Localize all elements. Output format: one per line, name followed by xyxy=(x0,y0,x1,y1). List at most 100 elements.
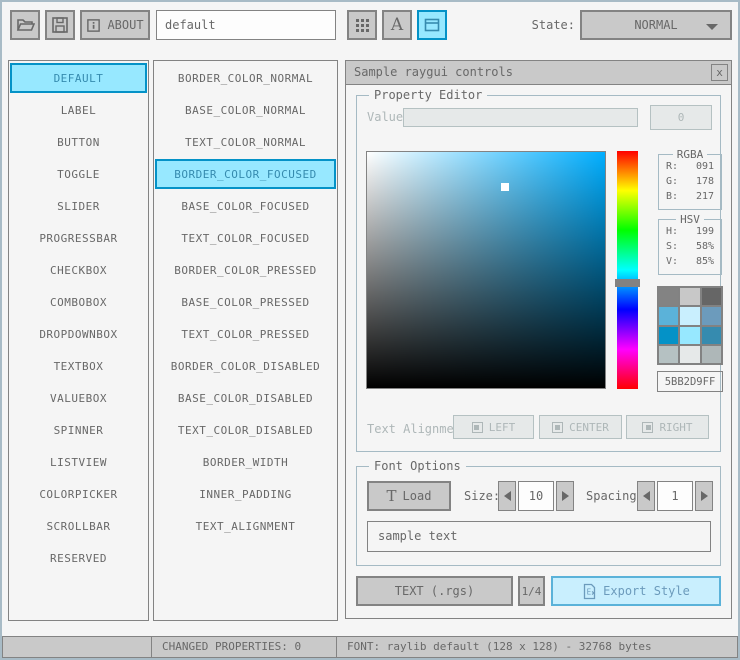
controls-list-item[interactable]: SCROLLBAR xyxy=(10,511,147,541)
style-property-item[interactable]: BASE_COLOR_FOCUSED xyxy=(155,191,336,221)
sample-window-titlebar[interactable]: Sample raygui controls x xyxy=(346,61,731,85)
font-size-increase-button[interactable] xyxy=(556,481,574,511)
color-swatch[interactable] xyxy=(659,326,679,344)
controls-list-item[interactable]: BUTTON xyxy=(10,127,147,157)
arrow-left-icon xyxy=(642,491,650,501)
page-indicator[interactable]: 1/4 xyxy=(518,576,545,606)
color-swatch[interactable] xyxy=(680,345,700,363)
controls-list-item[interactable]: COLORPICKER xyxy=(10,479,147,509)
g-label: G: xyxy=(666,176,679,187)
export-style-button[interactable]: E Export Style xyxy=(551,576,721,606)
style-property-item[interactable]: BORDER_WIDTH xyxy=(155,447,336,477)
style-property-item[interactable]: TEXT_ALIGNMENT xyxy=(155,511,336,541)
controls-list-item[interactable]: PROGRESSBAR xyxy=(10,223,147,253)
font-size-decrease-button[interactable] xyxy=(498,481,516,511)
export-style-label: Export Style xyxy=(603,584,690,598)
align-left-button[interactable]: LEFT xyxy=(453,415,534,439)
controls-list-item[interactable]: LISTVIEW xyxy=(10,447,147,477)
sample-window-title: Sample raygui controls xyxy=(354,65,513,79)
controls-list-item[interactable]: VALUEBOX xyxy=(10,383,147,413)
color-swatch[interactable] xyxy=(680,288,700,306)
controls-view-button[interactable] xyxy=(417,10,447,40)
color-swatch[interactable] xyxy=(701,288,721,306)
color-swatch[interactable] xyxy=(701,326,721,344)
color-swatch[interactable] xyxy=(659,345,679,363)
color-swatch[interactable] xyxy=(701,307,721,325)
value-input[interactable] xyxy=(403,108,638,127)
style-property-item[interactable]: TEXT_COLOR_FOCUSED xyxy=(155,223,336,253)
grid-view-button[interactable] xyxy=(347,10,377,40)
style-property-item[interactable]: BORDER_COLOR_DISABLED xyxy=(155,351,336,381)
style-property-item[interactable]: BASE_COLOR_NORMAL xyxy=(155,95,336,125)
color-swatch[interactable] xyxy=(659,307,679,325)
about-button[interactable]: ABOUT xyxy=(80,10,150,40)
v-value: 85% xyxy=(695,256,714,267)
grid-icon xyxy=(355,18,369,32)
state-dropdown[interactable]: NORMAL xyxy=(580,10,732,40)
save-file-button[interactable] xyxy=(45,10,75,40)
style-color-swatches xyxy=(657,286,723,365)
align-center-icon xyxy=(552,421,564,433)
style-name-input[interactable] xyxy=(156,10,336,40)
hue-slider-handle[interactable] xyxy=(615,279,640,287)
close-icon[interactable]: x xyxy=(711,64,728,81)
b-label: B: xyxy=(666,191,679,202)
controls-list-item[interactable]: CHECKBOX xyxy=(10,255,147,285)
font-view-button[interactable]: A xyxy=(382,10,412,40)
load-font-label: Load xyxy=(402,489,432,503)
controls-list-item[interactable]: RESERVED xyxy=(10,543,147,573)
folder-open-icon xyxy=(16,19,35,31)
style-property-item[interactable]: TEXT_COLOR_NORMAL xyxy=(155,127,336,157)
open-file-button[interactable] xyxy=(10,10,40,40)
arrow-right-icon xyxy=(561,491,569,501)
color-swatch[interactable] xyxy=(659,288,679,306)
align-left-label: LEFT xyxy=(488,420,516,434)
style-property-item[interactable]: TEXT_COLOR_PRESSED xyxy=(155,319,336,349)
floppy-save-icon xyxy=(52,17,68,33)
controls-list-item[interactable]: DEFAULT xyxy=(10,63,147,93)
style-property-item[interactable]: TEXT_COLOR_DISABLED xyxy=(155,415,336,445)
sample-text-preview[interactable]: sample text xyxy=(367,521,711,552)
color-swatch[interactable] xyxy=(701,345,721,363)
align-right-button[interactable]: RIGHT xyxy=(626,415,709,439)
v-label: V: xyxy=(666,256,679,267)
style-property-item[interactable]: BORDER_COLOR_FOCUSED xyxy=(155,159,336,189)
load-font-button[interactable]: T Load xyxy=(367,481,451,511)
font-spacing-increase-button[interactable] xyxy=(695,481,713,511)
hex-color-value[interactable]: 5BB2D9FF xyxy=(657,371,723,392)
hex-color-text: 5BB2D9FF xyxy=(664,375,716,388)
font-spacing-value[interactable]: 1 xyxy=(657,481,693,511)
export-file-icon: E xyxy=(583,583,596,599)
font-size-value[interactable]: 10 xyxy=(518,481,554,511)
align-right-icon xyxy=(642,421,654,433)
style-property-item[interactable]: BASE_COLOR_PRESSED xyxy=(155,287,336,317)
style-property-item[interactable]: BORDER_COLOR_PRESSED xyxy=(155,255,336,285)
controls-list-item[interactable]: SPINNER xyxy=(10,415,147,445)
controls-list-item[interactable]: COMBOBOX xyxy=(10,287,147,317)
style-property-item[interactable]: BORDER_COLOR_NORMAL xyxy=(155,63,336,93)
controls-list-item[interactable]: TEXTBOX xyxy=(10,351,147,381)
font-spacing-decrease-button[interactable] xyxy=(637,481,655,511)
color-picker-cursor[interactable] xyxy=(501,183,509,191)
h-value: 199 xyxy=(695,226,714,237)
b-value: 217 xyxy=(695,191,714,202)
controls-list-item[interactable]: DROPDOWNBOX xyxy=(10,319,147,349)
color-swatch[interactable] xyxy=(680,326,700,344)
status-segment-empty xyxy=(2,636,152,658)
status-changed-properties: CHANGED PROPERTIES: 0 xyxy=(151,636,337,658)
window-panel-icon xyxy=(424,18,440,32)
h-label: H: xyxy=(666,226,679,237)
controls-list-item[interactable]: TOGGLE xyxy=(10,159,147,189)
font-size-value-text: 10 xyxy=(528,489,544,503)
controls-list-item[interactable]: LABEL xyxy=(10,95,147,125)
value-apply-button[interactable]: 0 xyxy=(650,105,712,130)
color-picker-sv-square[interactable] xyxy=(366,151,606,389)
controls-list-item[interactable]: SLIDER xyxy=(10,191,147,221)
color-swatch[interactable] xyxy=(680,307,700,325)
style-property-item[interactable]: BASE_COLOR_DISABLED xyxy=(155,383,336,413)
hue-slider-bar[interactable] xyxy=(615,151,640,389)
style-property-item[interactable]: INNER_PADDING xyxy=(155,479,336,509)
rguistyler-window: ABOUT A State: NORMAL DEFAULTLABELBUTTON… xyxy=(0,0,740,660)
align-center-button[interactable]: CENTER xyxy=(539,415,622,439)
export-format-button[interactable]: TEXT (.rgs) xyxy=(356,576,513,606)
